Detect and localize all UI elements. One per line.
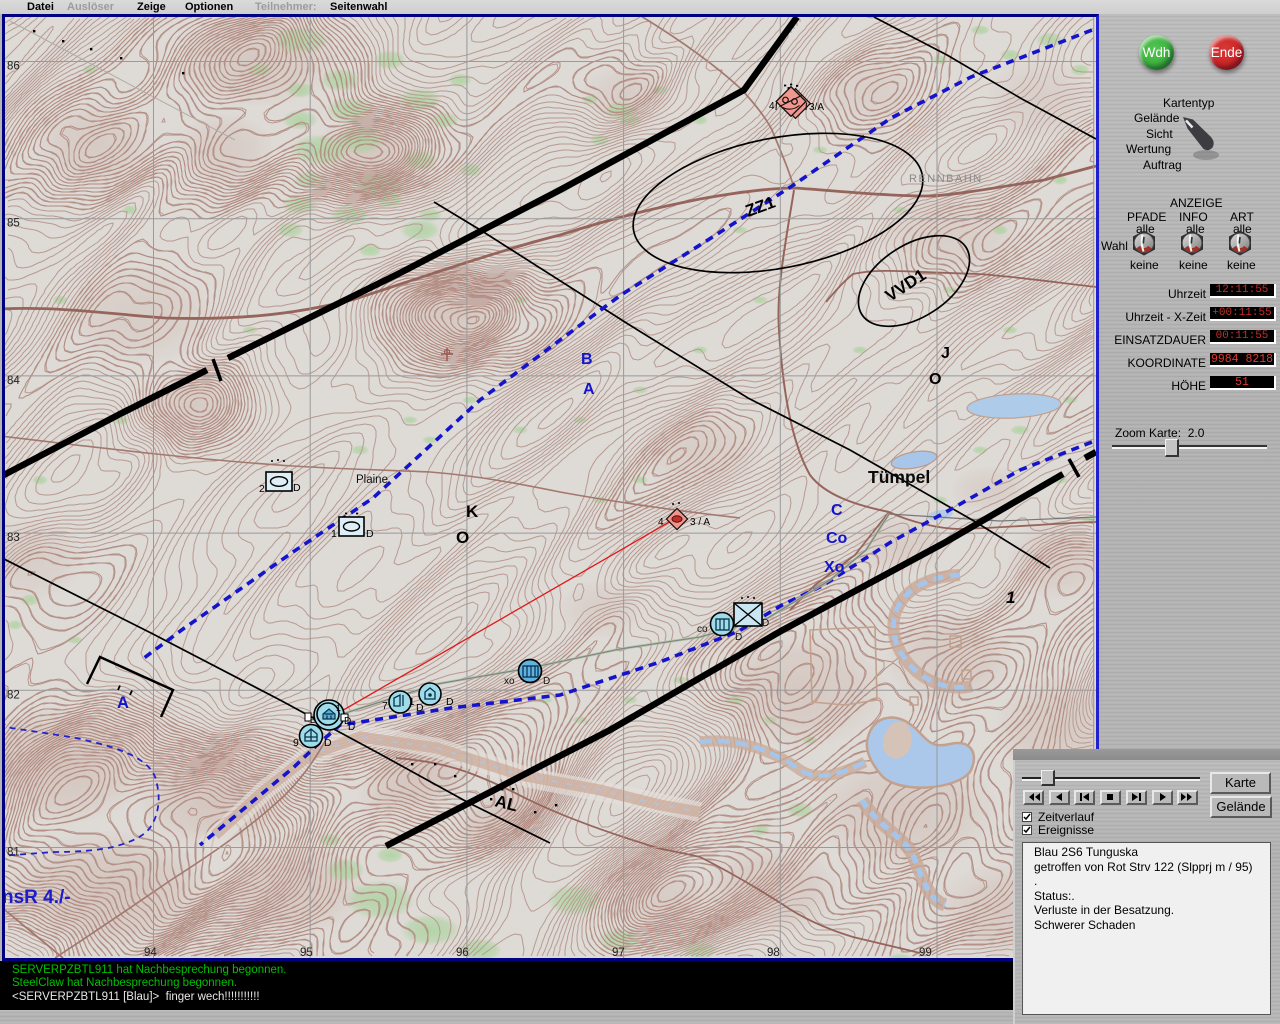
svg-text:85: 85 bbox=[7, 218, 20, 230]
svg-text:94: 94 bbox=[144, 947, 157, 958]
svg-text:A: A bbox=[117, 694, 129, 712]
svg-text:Xo: Xo bbox=[824, 559, 845, 576]
svg-text:D: D bbox=[446, 696, 454, 708]
svg-text:Plaine: Plaine bbox=[356, 474, 388, 486]
svg-text:J: J bbox=[941, 345, 950, 362]
svg-text:83: 83 bbox=[7, 532, 20, 544]
svg-text:D: D bbox=[762, 618, 769, 629]
svg-text:1: 1 bbox=[331, 528, 337, 540]
svg-text:O: O bbox=[929, 371, 941, 388]
svg-text:O: O bbox=[456, 528, 469, 547]
svg-text:D: D bbox=[348, 722, 355, 733]
svg-text:D: D bbox=[324, 737, 332, 749]
svg-text:3 / A: 3 / A bbox=[690, 517, 710, 528]
svg-text:1: 1 bbox=[409, 697, 415, 708]
svg-text:Tümpel: Tümpel bbox=[868, 467, 930, 487]
svg-text:96: 96 bbox=[456, 947, 469, 958]
svg-text:D: D bbox=[735, 632, 742, 643]
svg-text:A: A bbox=[583, 381, 595, 398]
svg-text:co: co bbox=[697, 624, 708, 635]
svg-text:D: D bbox=[543, 676, 550, 687]
svg-text:9: 9 bbox=[293, 737, 299, 749]
svg-text:7: 7 bbox=[382, 700, 388, 712]
svg-text:84: 84 bbox=[7, 375, 20, 387]
svg-text:D: D bbox=[293, 482, 301, 494]
svg-text:K: K bbox=[466, 502, 479, 521]
svg-text:1: 1 bbox=[336, 703, 341, 713]
svg-text:98: 98 bbox=[767, 947, 780, 958]
svg-text:4: 4 bbox=[658, 517, 664, 528]
svg-text:97: 97 bbox=[612, 947, 625, 958]
svg-text:xo: xo bbox=[504, 676, 515, 687]
svg-text:81: 81 bbox=[7, 847, 20, 859]
svg-text:C: C bbox=[831, 502, 843, 519]
svg-text:95: 95 bbox=[300, 947, 313, 958]
svg-text:86: 86 bbox=[7, 61, 20, 73]
svg-text:99: 99 bbox=[919, 947, 932, 958]
svg-text:1: 1 bbox=[1006, 588, 1015, 607]
svg-text:B: B bbox=[310, 715, 316, 725]
svg-text:2: 2 bbox=[259, 483, 265, 495]
svg-text:RENNBAHN: RENNBAHN bbox=[909, 173, 983, 185]
svg-text:Co: Co bbox=[826, 530, 848, 547]
svg-text:82: 82 bbox=[7, 689, 20, 701]
svg-text:B: B bbox=[581, 351, 593, 368]
svg-text:3/A: 3/A bbox=[809, 102, 824, 113]
svg-text:4: 4 bbox=[769, 101, 775, 112]
svg-text:nsR 4./-: nsR 4./- bbox=[5, 887, 71, 908]
svg-text:D: D bbox=[416, 702, 424, 714]
svg-text:D: D bbox=[366, 528, 374, 540]
